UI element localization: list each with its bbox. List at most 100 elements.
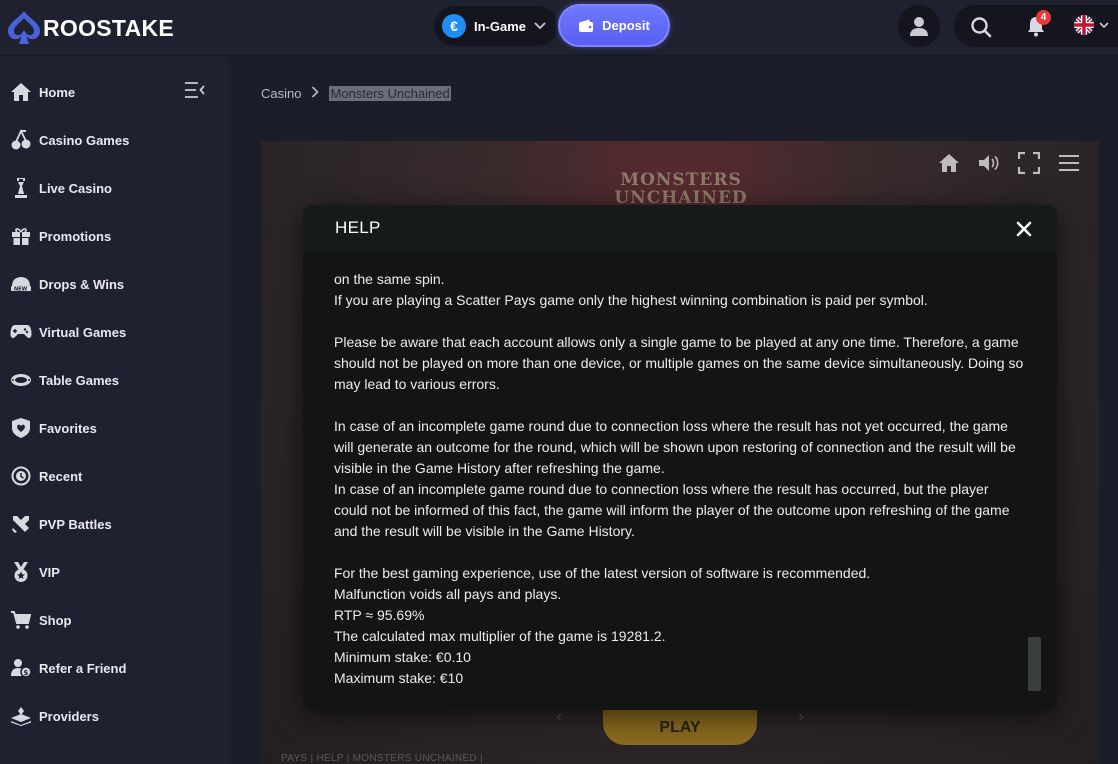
sidebar-item-home[interactable]: Home [10, 80, 75, 104]
sidebar-item-virtual-games[interactable]: Virtual Games [10, 320, 126, 344]
clock-icon [10, 465, 32, 487]
close-icon [1016, 221, 1032, 237]
heart-shield-icon [10, 417, 32, 439]
chevron-down-icon [534, 17, 546, 35]
help-line: The calculated max multiplier of the gam… [334, 628, 666, 644]
sidebar-item-label: Live Casino [39, 180, 112, 196]
table-icon [10, 369, 32, 391]
game-home-button[interactable] [937, 151, 961, 175]
game-footer-links: PAYS | HELP | MONSTERS UNCHAINED | [281, 753, 483, 764]
help-line: In case of an incomplete game round due … [334, 481, 1010, 539]
sidebar-item-favorites[interactable]: Favorites [10, 416, 97, 440]
deposit-button[interactable]: Deposit [558, 4, 670, 47]
cherries-icon [10, 129, 32, 151]
sidebar-item-recent[interactable]: Recent [10, 464, 82, 488]
game-menu-button[interactable] [1057, 151, 1081, 175]
sidebar-item-live-casino[interactable]: Live Casino [10, 176, 112, 200]
sidebar-item-label: Recent [39, 468, 83, 484]
swords-icon [10, 513, 32, 535]
help-line: If you are playing a Scatter Pays game o… [334, 292, 928, 308]
sidebar-item-label: Drops & Wins [39, 276, 125, 292]
sidebar-item-table-games[interactable]: Table Games [10, 368, 119, 392]
currency-selector[interactable]: € In-Game [434, 6, 558, 46]
chevron-right-icon [311, 85, 320, 101]
game-toolbar [937, 151, 1081, 175]
close-button[interactable] [1015, 220, 1033, 238]
search-icon [971, 17, 992, 38]
euro-coin-icon: € [442, 14, 466, 38]
medal-icon [10, 561, 32, 583]
sidebar-item-label: Shop [39, 612, 72, 628]
hamburger-menu-icon [1059, 155, 1079, 171]
cart-icon [10, 609, 32, 631]
home-icon [939, 154, 959, 172]
home-icon [10, 81, 32, 103]
help-scrollbar-thumb[interactable] [1028, 637, 1041, 691]
help-line: on the same spin. [334, 271, 445, 287]
sidebar-item-label: VIP [39, 564, 60, 580]
sound-button[interactable] [977, 151, 1001, 175]
sidebar-item-shop[interactable]: Shop [10, 608, 72, 632]
svg-text:NEW: NEW [14, 287, 28, 293]
sidebar-collapse-button[interactable] [184, 81, 206, 104]
notification-badge: 4 [1036, 10, 1051, 25]
deposit-label: Deposit [602, 18, 650, 33]
sidebar-item-casino-games[interactable]: Casino Games [10, 128, 129, 152]
top-bar: ROOSTAKE € In-Game Deposit 4 [0, 0, 1118, 56]
gamepad-icon [10, 321, 32, 343]
chevron-left-icon: ‹ [556, 708, 562, 725]
help-modal-header: HELP [303, 205, 1057, 253]
sidebar-item-label: Providers [39, 708, 99, 724]
sidebar-item-refer-a-friend[interactable]: $ Refer a Friend [10, 656, 126, 680]
breadcrumb-current: Monsters Unchained [329, 85, 451, 101]
sidebar-item-label: Refer a Friend [39, 660, 127, 676]
sidebar-item-label: Favorites [39, 420, 97, 436]
help-paragraph: In case of an incomplete game round due … [334, 416, 1024, 542]
max-stake: Maximum stake: €10 [334, 670, 464, 686]
refer-friend-icon: $ [10, 657, 32, 679]
help-modal-title: HELP [335, 218, 381, 237]
breadcrumb: Casino Monsters Unchained [261, 84, 451, 102]
sidebar: Home Casino Games Live Casino Promotions… [0, 57, 229, 764]
game-title-line1: MONSTERS [620, 170, 742, 190]
sidebar-item-label: Table Games [39, 372, 119, 388]
drops-wins-icon: NEW [10, 273, 32, 295]
help-paragraph: For the best gaming experience, use of t… [334, 563, 1024, 689]
currency-label: In-Game [474, 18, 527, 34]
chess-piece-icon [10, 177, 32, 199]
brand-name: ROOSTAKE [43, 14, 175, 41]
help-line: Please be aware that each account allows… [334, 334, 1024, 392]
help-content: on the same spin. If you are playing a S… [334, 269, 1024, 689]
providers-icon [10, 705, 32, 727]
fullscreen-icon [1018, 152, 1040, 174]
help-scrollbar[interactable] [1027, 265, 1041, 695]
sidebar-item-promotions[interactable]: Promotions [10, 224, 111, 248]
search-button[interactable] [970, 16, 992, 43]
spade-logo-icon [8, 11, 40, 44]
chevron-right-icon: › [798, 708, 804, 725]
brand-logo[interactable]: ROOSTAKE [4, 9, 174, 47]
menu-collapse-icon [185, 82, 205, 98]
language-selector[interactable] [1074, 15, 1109, 35]
sidebar-item-drops-wins[interactable]: NEW Drops & Wins [10, 272, 124, 296]
sidebar-item-label: Home [39, 84, 76, 100]
breadcrumb-link-casino[interactable]: Casino [261, 86, 301, 101]
fullscreen-button[interactable] [1017, 151, 1041, 175]
help-line: In case of an incomplete game round due … [334, 418, 1016, 476]
sidebar-item-providers[interactable]: Providers [10, 704, 99, 728]
gift-icon [10, 225, 32, 247]
sidebar-item-label: Casino Games [39, 132, 130, 148]
user-icon [910, 17, 928, 36]
chevron-down-icon [1099, 21, 1109, 28]
sidebar-item-vip[interactable]: VIP [10, 560, 60, 584]
help-line: For the best gaming experience, use of t… [334, 565, 871, 581]
help-paragraph: Please be aware that each account allows… [334, 332, 1024, 395]
sidebar-item-pvp-battles[interactable]: PVP Battles [10, 512, 112, 536]
help-modal: HELP on the same spin. If you are playin… [303, 205, 1057, 710]
uk-flag-icon [1074, 15, 1094, 35]
sidebar-item-label: Virtual Games [39, 324, 127, 340]
wallet-icon [579, 19, 594, 32]
sidebar-item-label: PVP Battles [39, 516, 112, 532]
user-profile-button[interactable] [898, 5, 940, 47]
help-line: Malfunction voids all pays and plays. [334, 586, 562, 602]
